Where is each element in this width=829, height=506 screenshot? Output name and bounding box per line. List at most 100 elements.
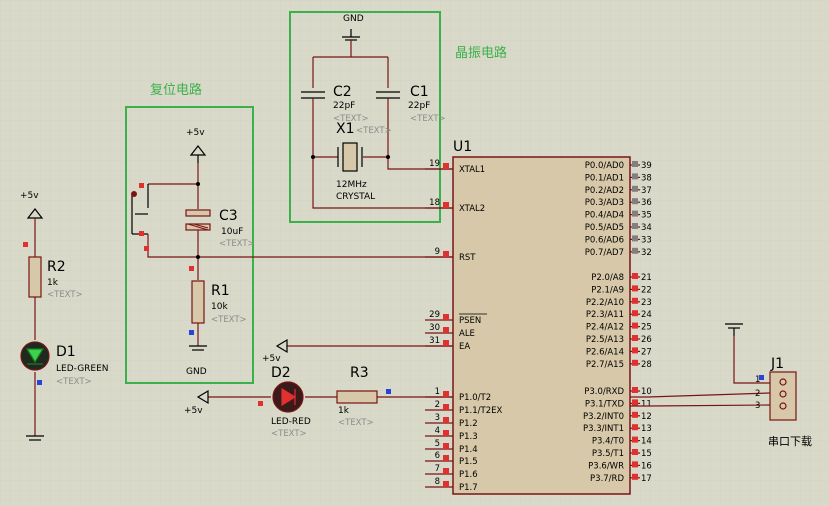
u1-pin-name: P0.5/AD5	[585, 223, 624, 233]
u1-pin-marker	[632, 399, 638, 406]
d1-ref: D1	[56, 344, 76, 360]
u1-pin-marker	[632, 273, 638, 279]
led-d1[interactable]	[20, 341, 50, 371]
u1-pin-name: XTAL1	[459, 165, 485, 175]
u1-pin-name: P3.7/RD	[590, 474, 624, 484]
u1-pin-marker	[443, 481, 449, 487]
r3-ref: R3	[350, 365, 369, 381]
u1-pin-name: P2.4/A12	[586, 323, 624, 333]
u1-pin-marker	[443, 340, 449, 346]
d1-value: LED-GREEN	[56, 364, 109, 374]
u1-pin-marker	[443, 404, 449, 410]
u1-pin-name: P1.6	[459, 470, 478, 480]
r2-text: <TEXT>	[47, 290, 83, 300]
u1-pin-number: 35	[641, 211, 652, 221]
c3-text: <TEXT>	[219, 239, 255, 249]
u1-pin-name: P2.3/A11	[586, 310, 624, 320]
u1-chip[interactable]: U1 19 XTAL1 18 XTAL2 9 RST 29 PSEN 30 ALE 31 EA 1 P1.…	[425, 139, 652, 495]
c3-ref: C3	[219, 208, 238, 224]
u1-pin-marker	[632, 424, 638, 431]
u1-pin-marker	[443, 251, 449, 257]
u1-pin-number: 7	[435, 464, 440, 474]
u1-pin-marker	[632, 347, 638, 354]
u1-pin-name: ALE	[459, 329, 475, 339]
x1-text: <TEXT>	[356, 126, 392, 136]
u1-pin-name: P3.1/TXD	[585, 399, 625, 409]
u1-pin-number: 38	[641, 173, 652, 183]
u1-pin-name: P0.7/AD7	[585, 248, 624, 258]
led-d2[interactable]	[272, 381, 304, 413]
u1-pin-name: XTAL2	[459, 204, 485, 214]
r1-text: <TEXT>	[211, 315, 247, 325]
u1-pin-number: 22	[641, 285, 652, 295]
u1-pin-name: P2.5/A13	[586, 335, 624, 345]
u1-pin-number: 24	[641, 310, 652, 320]
u1-pin-marker	[632, 436, 638, 443]
u1-pin-name: EA	[459, 342, 470, 352]
u1-pin-marker	[632, 210, 638, 217]
u1-pin-name: P3.5/T1	[592, 449, 624, 459]
u1-pin-number: 31	[429, 336, 440, 346]
j1-ref: J1	[770, 356, 784, 372]
u1-pin-name: P3.3/INT1	[583, 424, 624, 434]
d2-value: LED-RED	[271, 417, 311, 427]
u1-pin-name: P2.2/A10	[586, 298, 624, 308]
u1-pin-number: 6	[435, 451, 440, 461]
u1-pin-name: PSEN	[459, 316, 481, 326]
u1-pin-marker	[632, 297, 638, 304]
u1-pin-marker	[443, 391, 449, 397]
u1-pin-marker	[443, 202, 449, 208]
u1-pin-name: P3.2/INT0	[583, 412, 624, 422]
r1-ref: R1	[211, 283, 230, 299]
c1-ref: C1	[410, 84, 429, 100]
u1-pin-number: 3	[435, 413, 440, 423]
u1-pin-marker	[443, 314, 449, 320]
u1-pin-number: 34	[641, 223, 652, 233]
u1-pin-marker	[632, 359, 638, 366]
u1-pin-marker	[632, 387, 638, 393]
u1-pin-number: 8	[435, 477, 440, 487]
r3-text: <TEXT>	[338, 418, 374, 428]
u1-pin-name: P0.0/AD0	[585, 161, 624, 171]
c2-value: 22pF	[333, 101, 355, 111]
u1-pin-number: 28	[641, 360, 652, 370]
u1-pin-number: 2	[435, 400, 440, 410]
u1-pin-number: 27	[641, 347, 652, 357]
schematic-canvas: 复位电路 晶振电路 GND C2 22pF <TEXT> C1 22pF <TE…	[0, 0, 829, 506]
u1-pin-name: P1.0/T2	[459, 393, 491, 403]
reset-gnd-label: GND	[186, 367, 207, 377]
resistor-r2[interactable]	[28, 256, 42, 298]
u1-pin-marker	[632, 449, 638, 455]
u1-pin-name: P3.6/WR	[588, 461, 624, 471]
reset-section-title: 复位电路	[150, 82, 202, 98]
u1-pin-name: P2.1/A9	[591, 285, 624, 295]
u1-pin-name: P3.4/T0	[592, 437, 624, 447]
u1-pin-marker	[632, 173, 638, 180]
j1-pin-2: 2	[755, 389, 760, 399]
resistor-r3[interactable]	[336, 390, 378, 404]
u1-pin-name: P3.0/RXD	[584, 387, 624, 397]
d2-ref: D2	[271, 365, 291, 381]
u1-pin-name: P2.0/A8	[591, 273, 624, 283]
u1-pin-number: 30	[429, 323, 440, 333]
d2-vcc-label: +5v	[262, 354, 281, 364]
u1-pin-number: 26	[641, 335, 652, 345]
u1-pin-number: 25	[641, 323, 652, 333]
crystal-section-title: 晶振电路	[455, 45, 507, 61]
u1-pin-number: 15	[641, 449, 652, 459]
u1-pin-name: P2.7/A15	[586, 360, 624, 370]
u1-pin-number: 32	[641, 248, 652, 258]
c1-value: 22pF	[408, 101, 430, 111]
u1-pin-number: 1	[435, 387, 440, 397]
resistor-r1[interactable]	[191, 280, 205, 324]
u1-pin-marker	[443, 443, 449, 449]
u1-pin-number: 18	[429, 198, 440, 208]
u1-pin-number: 39	[641, 161, 652, 171]
u1-pin-number: 5	[435, 439, 440, 449]
u1-pin-marker	[632, 185, 638, 192]
u1-pin-number: 4	[435, 426, 440, 436]
u1-pin-name: RST	[459, 253, 476, 263]
u1-pin-marker	[632, 335, 638, 341]
left-vcc-label: +5v	[20, 191, 39, 201]
u1-pin-marker	[443, 417, 449, 423]
